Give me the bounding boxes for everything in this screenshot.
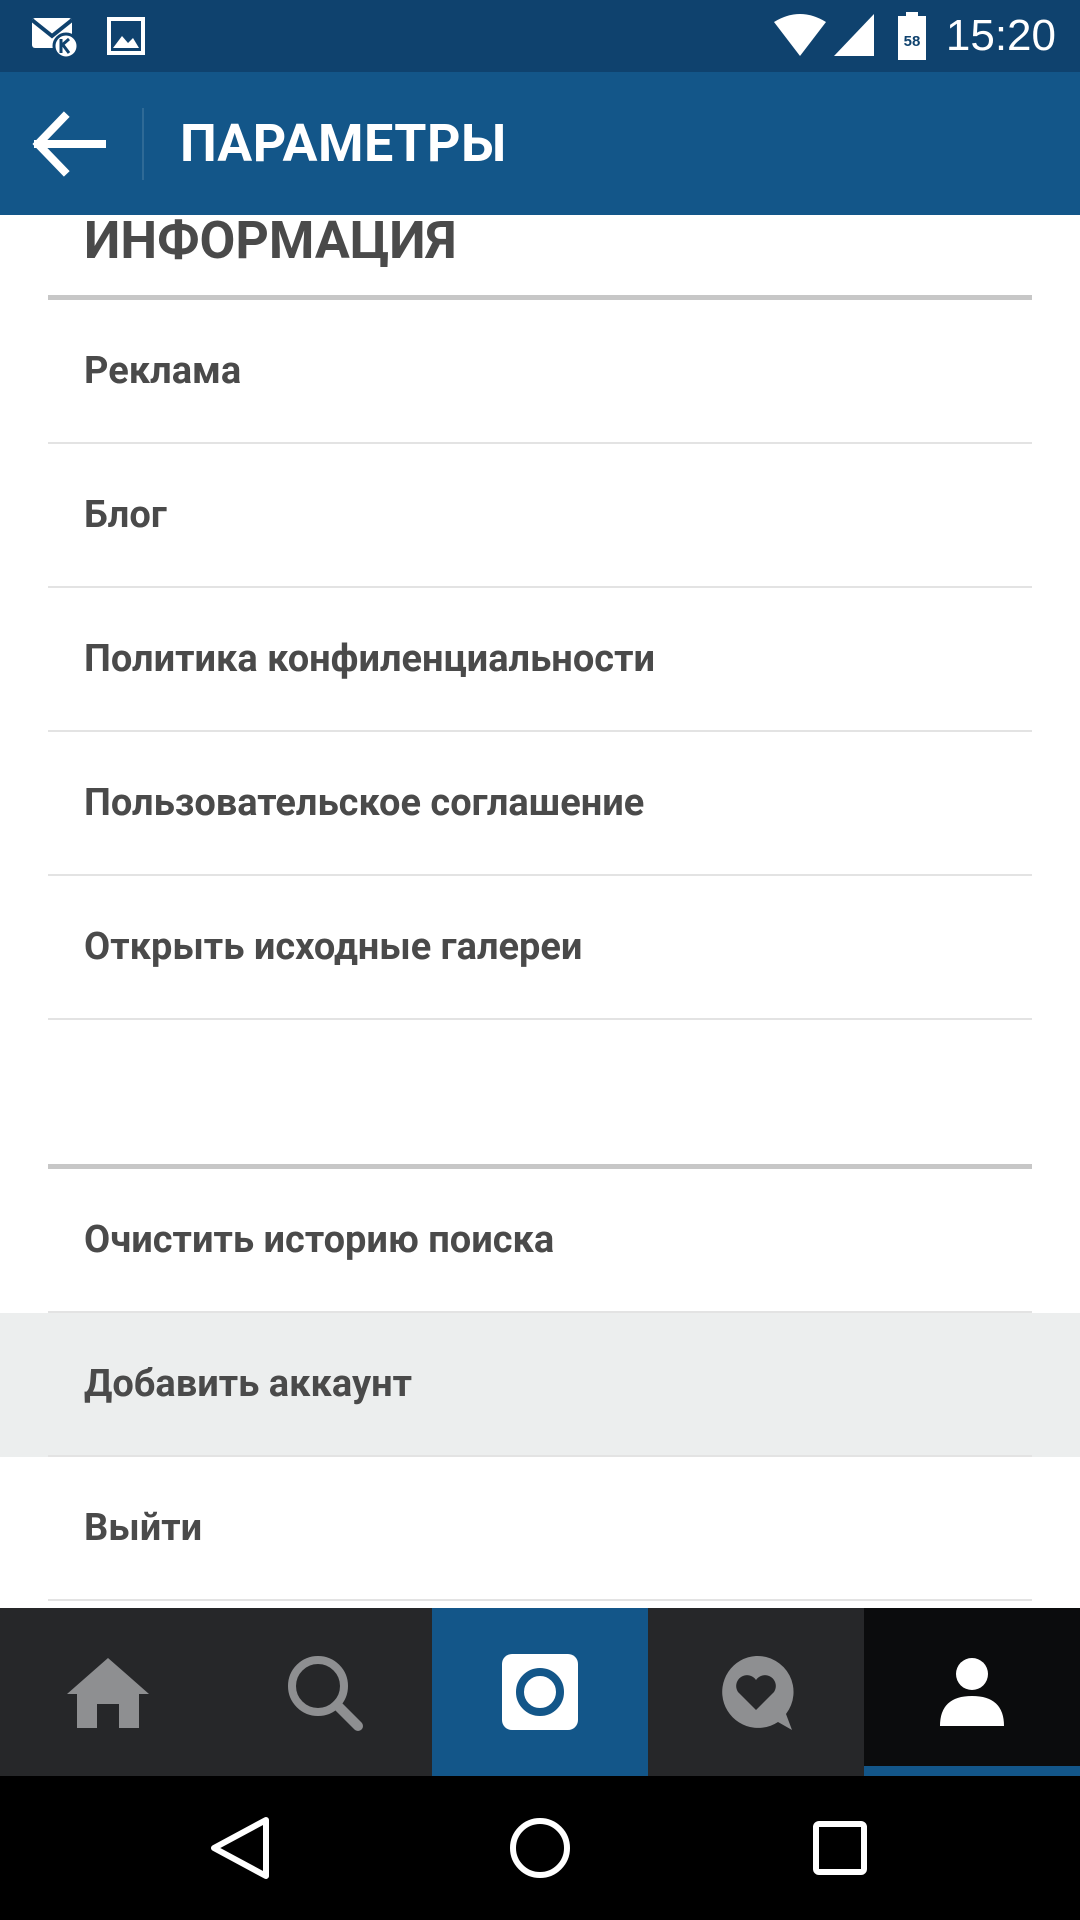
action-divider	[142, 108, 144, 180]
section-title: ИНФОРМАЦИЯ	[84, 215, 457, 271]
back-triangle-icon	[211, 1817, 269, 1879]
image-icon	[106, 16, 146, 60]
nav-recents-button[interactable]	[798, 1806, 882, 1890]
action-bar: ПАРАМЕТРЫ	[0, 72, 1080, 215]
nav-home-button[interactable]	[498, 1806, 582, 1890]
back-button[interactable]	[30, 107, 110, 181]
settings-item-label: Открыть исходные галереи	[84, 925, 583, 969]
home-circle-icon	[510, 1818, 570, 1878]
settings-item-open-source[interactable]: Открыть исходные галереи	[0, 876, 1080, 1020]
profile-icon	[940, 1658, 1004, 1726]
settings-item-label: Блог	[84, 493, 167, 537]
tab-search[interactable]	[216, 1608, 432, 1776]
settings-item-label: Пользовательское соглашение	[84, 781, 645, 825]
settings-item-add-account[interactable]: Добавить аккаунт	[0, 1313, 1080, 1457]
settings-item-advertising[interactable]: Реклама	[0, 300, 1080, 444]
signal-icon	[832, 12, 876, 62]
nav-back-button[interactable]	[198, 1806, 282, 1890]
settings-item-label: Политика конфиленциальности	[84, 637, 655, 681]
wifi-icon	[772, 12, 828, 62]
svg-text:58: 58	[904, 33, 921, 50]
settings-item-logout[interactable]: Выйти	[0, 1457, 1080, 1601]
settings-item-label: Реклама	[84, 349, 242, 393]
settings-item-label: Очистить историю поиска	[84, 1218, 555, 1262]
page-title: ПАРАМЕТРЫ	[180, 113, 507, 174]
tab-activity[interactable]	[648, 1608, 864, 1776]
recents-square-icon	[813, 1821, 867, 1875]
search-icon	[288, 1656, 363, 1731]
system-nav-bar	[0, 1776, 1080, 1920]
status-time: 15:20	[945, 11, 1056, 60]
status-bar: 58 15:20	[0, 0, 1080, 72]
battery-icon: 58	[896, 12, 928, 64]
tab-camera[interactable]	[432, 1608, 648, 1776]
settings-item-blog[interactable]: Блог	[0, 444, 1080, 588]
tab-profile[interactable]	[864, 1608, 1080, 1776]
settings-item-terms[interactable]: Пользовательское соглашение	[0, 732, 1080, 876]
activity-heart-icon	[722, 1655, 794, 1730]
mail-k-icon	[30, 14, 80, 62]
camera-icon	[502, 1654, 578, 1730]
settings-item-clear-search[interactable]: Очистить историю поиска	[0, 1169, 1080, 1313]
settings-list[interactable]: ИНФОРМАЦИЯ Реклама Блог Политика конфиле…	[0, 215, 1080, 1608]
tab-home[interactable]	[0, 1608, 216, 1776]
settings-item-label: Выйти	[84, 1506, 203, 1550]
settings-item-label: Добавить аккаунт	[84, 1362, 412, 1406]
settings-item-privacy-policy[interactable]: Политика конфиленциальности	[0, 588, 1080, 732]
home-icon	[67, 1658, 149, 1728]
arrow-left-icon	[32, 111, 106, 177]
bottom-tab-bar	[0, 1608, 1080, 1776]
selected-tab-indicator	[864, 1766, 1080, 1776]
